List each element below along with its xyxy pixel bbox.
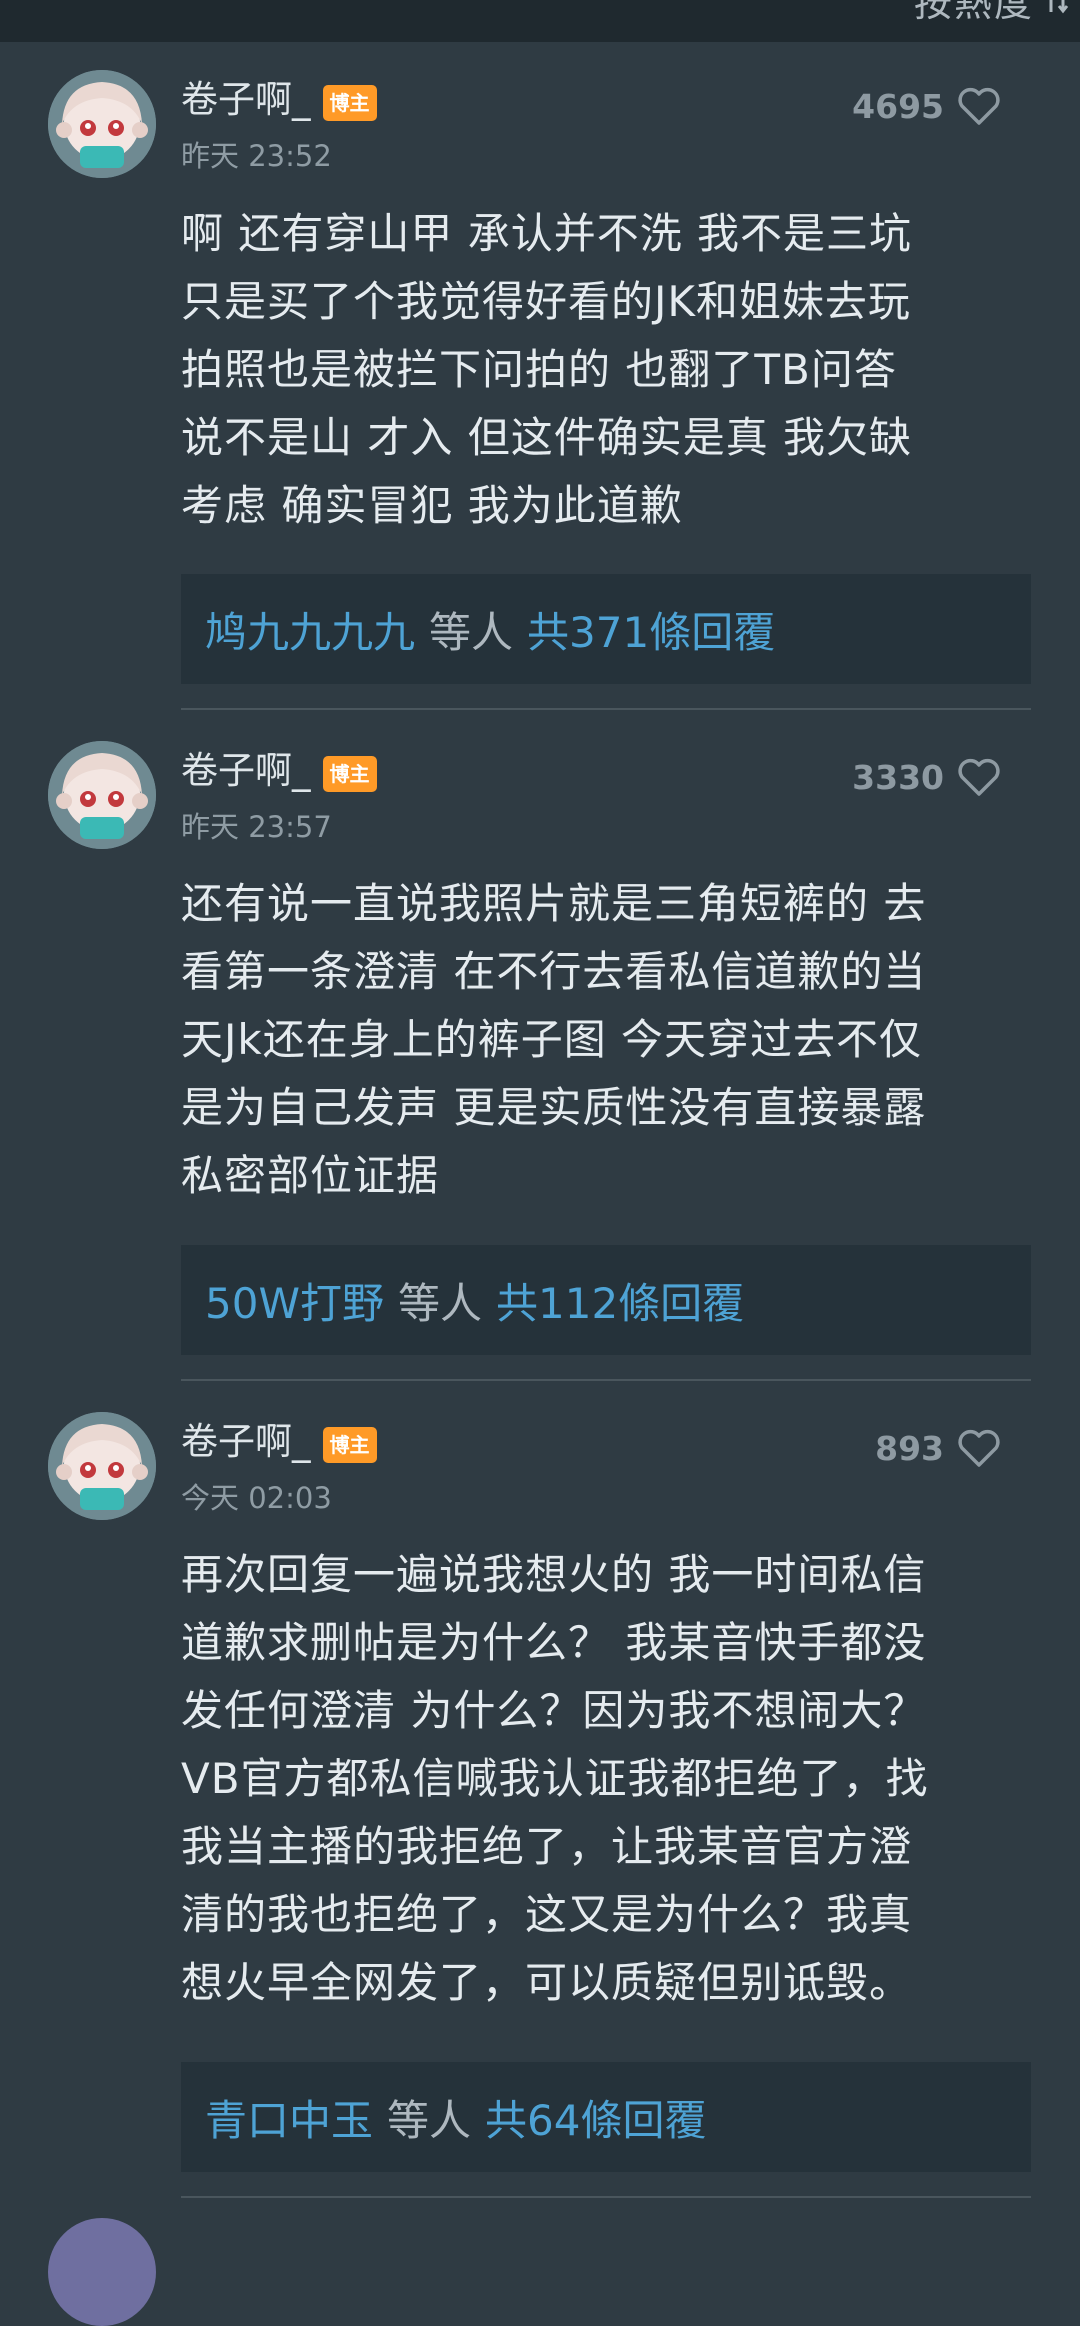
sort-arrows-icon[interactable]: [1044, 0, 1070, 16]
avatar[interactable]: [48, 1412, 156, 1520]
divider: [181, 708, 1031, 710]
reply-etc: 等人: [387, 2095, 472, 2145]
username-row: 卷子啊_ 博主: [181, 1420, 377, 1464]
comment-text: 还有说一直说我照片就是三角短裤的 去 看第一条澄清 在不行去看私信道歉的当 天J…: [181, 879, 927, 1200]
comment-text: 啊 还有穿山甲 承认并不洗 我不是三坑 只是买了个我觉得好看的JK和姐妹去玩 拍…: [181, 209, 913, 530]
like-count: 3330: [852, 757, 944, 797]
reply-count[interactable]: 共64條回覆: [485, 2087, 706, 2148]
comment-time: 昨天 23:57: [181, 810, 332, 844]
like-count: 4695: [852, 86, 944, 126]
comment-time: 昨天 23:52: [181, 139, 332, 173]
like-count: 893: [875, 1428, 944, 1468]
comment-text: 再次回复一遍说我想火的 我一时间私信 道歉求删帖是为什么？ 我某音快手都没 发任…: [181, 1550, 929, 2007]
heart-icon: [958, 1429, 1000, 1467]
reply-summary[interactable]: 50W打野 等人 共112條回覆: [181, 1245, 1031, 1355]
divider: [181, 2196, 1031, 2198]
reply-names[interactable]: 鸠九九九九: [205, 599, 415, 660]
reply-summary[interactable]: 鸠九九九九 等人 共371條回覆: [181, 574, 1031, 684]
username-row: 卷子啊_ 博主: [181, 78, 377, 122]
reply-count[interactable]: 共112條回覆: [496, 1270, 744, 1331]
top-bar: 按熱度: [0, 0, 1080, 42]
author-badge: 博主: [322, 756, 377, 792]
avatar[interactable]: [48, 70, 156, 178]
reply-names[interactable]: 青口中玉: [205, 2087, 373, 2148]
username-row: 卷子啊_ 博主: [181, 749, 377, 793]
like-button[interactable]: 893: [875, 1428, 1002, 1468]
like-button[interactable]: 3330: [852, 757, 1002, 797]
author-badge: 博主: [322, 1427, 377, 1463]
avatar[interactable]: [48, 2218, 156, 2326]
reply-summary[interactable]: 青口中玉 等人 共64條回覆: [181, 2062, 1031, 2172]
username[interactable]: 卷子啊_: [181, 1420, 311, 1464]
heart-icon: [958, 758, 1000, 796]
avatar[interactable]: [48, 741, 156, 849]
divider: [181, 1379, 1031, 1381]
like-button[interactable]: 4695: [852, 86, 1002, 126]
reply-names[interactable]: 50W打野: [205, 1270, 384, 1331]
avatar-image: [48, 1412, 156, 1520]
reply-etc: 等人: [397, 1278, 482, 1328]
reply-etc: 等人: [429, 607, 514, 657]
author-badge: 博主: [322, 85, 377, 121]
sort-label[interactable]: 按熱度: [914, 0, 1034, 27]
heart-icon: [958, 87, 1000, 125]
comment-time: 今天 02:03: [181, 1481, 332, 1515]
username[interactable]: 卷子啊_: [181, 78, 311, 122]
avatar-image: [48, 741, 156, 849]
reply-count[interactable]: 共371條回覆: [527, 599, 775, 660]
avatar-image: [48, 70, 156, 178]
username[interactable]: 卷子啊_: [181, 749, 311, 793]
